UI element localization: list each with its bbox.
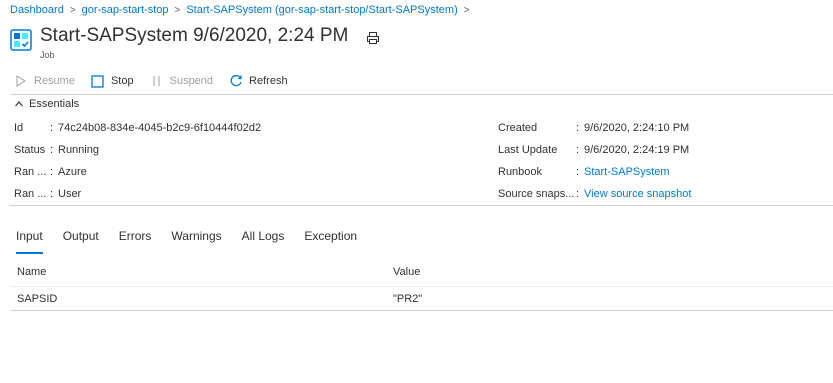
refresh-label: Refresh: [249, 75, 288, 87]
tab-all-logs[interactable]: All Logs: [242, 229, 285, 247]
essentials-label-last-update: Last Update: [498, 144, 558, 156]
colon: :: [50, 188, 54, 200]
page-header: Start-SAPSystem 9/6/2020, 2:24 PM Job: [10, 24, 380, 60]
print-icon[interactable]: [366, 31, 380, 45]
divider: [10, 94, 833, 95]
essentials-label-status: Status: [14, 144, 46, 156]
job-tabs: Input Output Errors Warnings All Logs Ex…: [16, 229, 377, 254]
chevron-right-icon: >: [69, 4, 76, 16]
stop-label: Stop: [110, 75, 134, 87]
parameter-value-cell: "PR2": [393, 293, 423, 305]
suspend-label: Suspend: [169, 75, 214, 87]
colon: :: [576, 122, 580, 134]
colon: :: [576, 166, 580, 178]
tab-input[interactable]: Input: [16, 229, 43, 254]
resume-label: Resume: [34, 75, 75, 87]
essentials-label-ran-on: Ran ...: [14, 166, 47, 178]
colon: :: [50, 122, 54, 134]
play-icon: [14, 74, 28, 88]
breadcrumb: Dashboard > gor-sap-start-stop > Start-S…: [10, 2, 476, 18]
essentials-label-source-snapshot: Source snaps...: [498, 188, 575, 200]
tab-errors[interactable]: Errors: [119, 229, 152, 247]
chevron-right-icon: >: [463, 4, 470, 16]
essentials-label-created: Created: [498, 122, 538, 134]
column-header-name: Name: [17, 266, 47, 278]
tab-output[interactable]: Output: [63, 229, 99, 247]
essentials-value-ran-on: Azure: [58, 166, 87, 178]
essentials-value-id: 74c24b08-834e-4045-b2c9-6f10444f02d2: [58, 122, 262, 134]
page-subtitle: Job: [40, 50, 55, 60]
essentials-label-ran-by: Ran ...: [14, 188, 47, 200]
parameter-name-cell: SAPSID: [17, 293, 58, 305]
essentials-value-ran-by: User: [58, 188, 82, 200]
resume-button[interactable]: Resume: [14, 74, 75, 88]
colon: :: [50, 144, 54, 156]
divider: [10, 310, 833, 311]
job-icon: [10, 29, 32, 51]
refresh-icon: [229, 74, 243, 88]
essentials-value-created: 9/6/2020, 2:24:10 PM: [584, 122, 690, 134]
chevron-up-icon: [15, 101, 23, 107]
breadcrumb-dashboard[interactable]: Dashboard: [10, 4, 64, 16]
colon: :: [576, 188, 580, 200]
essentials-value-last-update: 9/6/2020, 2:24:19 PM: [584, 144, 690, 156]
page-title: Start-SAPSystem 9/6/2020, 2:24 PM: [40, 25, 349, 46]
essentials-value-status: Running: [58, 144, 99, 156]
view-source-snapshot-link[interactable]: View source snapshot: [584, 188, 691, 200]
column-header-value: Value: [393, 266, 421, 278]
stop-icon: [91, 74, 105, 88]
command-bar: Resume Stop Suspend Refresh: [14, 72, 304, 90]
suspend-button[interactable]: Suspend: [150, 74, 213, 88]
essentials-label-runbook: Runbook: [498, 166, 543, 178]
colon: :: [50, 166, 54, 178]
stop-button[interactable]: Stop: [91, 74, 134, 88]
tab-warnings[interactable]: Warnings: [171, 229, 221, 247]
colon: :: [576, 144, 580, 156]
divider: [10, 205, 833, 206]
refresh-button[interactable]: Refresh: [229, 74, 288, 88]
chevron-right-icon: >: [174, 4, 181, 16]
runbook-link[interactable]: Start-SAPSystem: [584, 166, 670, 178]
essentials-toggle[interactable]: Essentials: [14, 98, 79, 110]
tab-exception[interactable]: Exception: [304, 229, 357, 247]
divider: [10, 286, 833, 287]
essentials-label-id: Id: [14, 122, 24, 134]
essentials-title: Essentials: [29, 98, 80, 110]
pause-icon: [150, 74, 164, 88]
breadcrumb-automation-account[interactable]: gor-sap-start-stop: [82, 4, 169, 16]
breadcrumb-runbook[interactable]: Start-SAPSystem (gor-sap-start-stop/Star…: [186, 4, 457, 16]
